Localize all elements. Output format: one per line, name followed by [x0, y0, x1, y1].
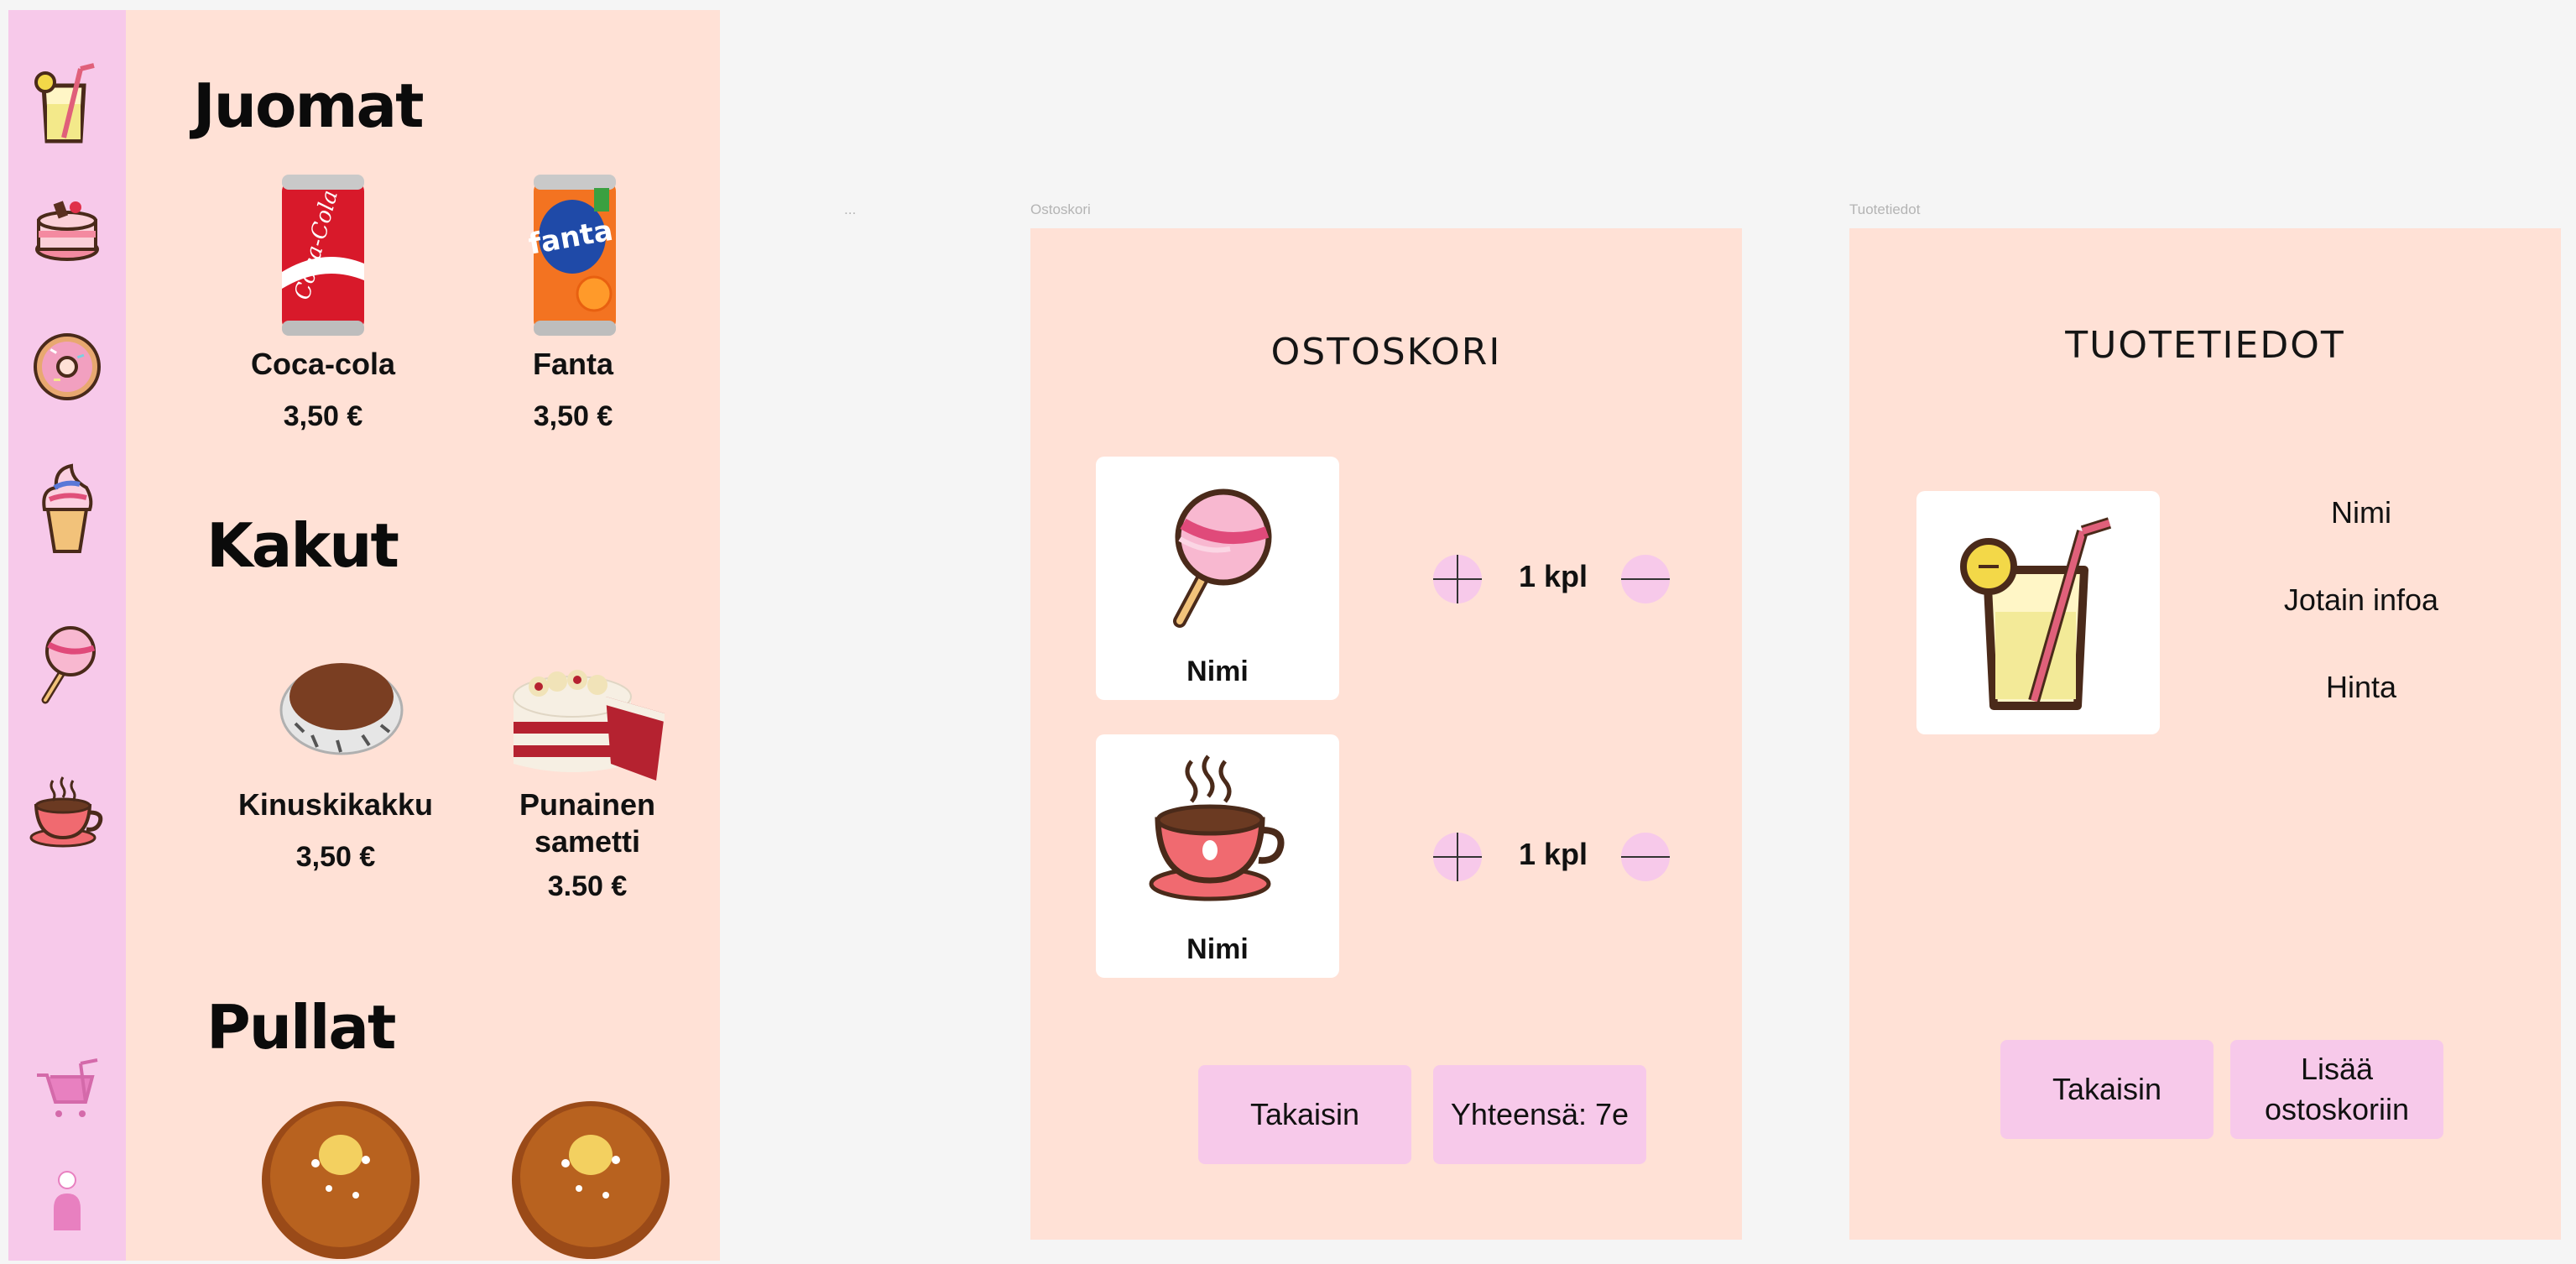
coca-cola-image[interactable]: Coca-Cola	[277, 171, 369, 342]
product-name: Fanta	[532, 347, 613, 381]
cart-panel: OSTOSKORI Nimi 1 kpl Nimi 1 kpl Takaisin…	[1030, 228, 1742, 1240]
decrease-button[interactable]	[1621, 833, 1670, 881]
product-name: Coca-cola	[250, 347, 396, 381]
product-price-text: Hinta	[2325, 670, 2397, 704]
coffee-icon[interactable]	[8, 761, 126, 854]
cart-title: OSTOSKORI	[1270, 331, 1502, 373]
frame-label-details: Tuotetiedot	[1849, 201, 1921, 217]
drink-icon[interactable]	[8, 56, 126, 149]
product-name-text: Nimi	[2331, 495, 2391, 530]
bun-image[interactable]	[507, 1096, 675, 1264]
cart-item-name: Nimi	[1186, 656, 1249, 687]
ice-cream-icon[interactable]	[8, 463, 126, 556]
user-icon[interactable]	[8, 1156, 126, 1248]
product-price: 3,50 €	[283, 400, 363, 432]
product-name: Kinuskikakku	[237, 787, 434, 822]
quantity-label: 1 kpl	[1518, 837, 1588, 871]
frame-label-small: ...	[844, 201, 857, 217]
increase-button[interactable]	[1433, 555, 1482, 603]
total-button[interactable]: Yhteensä: 7e	[1433, 1065, 1646, 1164]
back-button[interactable]: Takaisin	[1198, 1065, 1411, 1164]
donut-icon[interactable]	[8, 321, 126, 413]
section-title-pullat: Pullat	[206, 992, 396, 1063]
cart-item-card[interactable]: Nimi	[1096, 457, 1339, 700]
cake-icon[interactable]	[8, 182, 126, 274]
cart-icon[interactable]	[8, 1042, 126, 1135]
frame-label-cart: Ostoskori	[1030, 201, 1091, 217]
bun-image[interactable]	[257, 1096, 425, 1264]
kinuskikakku-image[interactable]	[279, 648, 404, 760]
increase-button[interactable]	[1433, 833, 1482, 881]
add-to-cart-button[interactable]: Lisää ostoskoriin	[2230, 1040, 2443, 1139]
decrease-button[interactable]	[1621, 555, 1670, 603]
section-title-kakut: Kakut	[206, 510, 399, 581]
sidebar	[8, 10, 126, 1261]
product-info-text: Jotain infoa	[2283, 582, 2439, 617]
product-price: 3,50 €	[533, 400, 613, 432]
fanta-image[interactable]: fanta	[526, 171, 621, 342]
details-panel: TUOTETIEDOT Nimi Jotain infoa Hinta Taka…	[1849, 228, 2561, 1240]
section-title-juomat: Juomat	[193, 71, 425, 141]
cart-item-card[interactable]: Nimi	[1096, 734, 1339, 978]
product-price: 3,50 €	[295, 841, 376, 873]
cart-item-name: Nimi	[1186, 933, 1249, 965]
red-velvet-image[interactable]	[505, 638, 673, 784]
lollipop-icon[interactable]	[8, 619, 126, 711]
back-button[interactable]: Takaisin	[2000, 1040, 2214, 1139]
lemonade-icon	[1958, 511, 2126, 716]
product-price: 3.50 €	[547, 870, 628, 902]
product-name: Punainen sametti	[519, 787, 656, 859]
details-title: TUOTETIEDOT	[2065, 324, 2345, 367]
lollipop-icon	[1155, 487, 1280, 633]
coffee-cup-icon	[1146, 753, 1289, 907]
menu-panel: Juomat Coca-Cola fanta Coca-cola 3,50 € …	[126, 10, 720, 1261]
product-image-card	[1916, 491, 2160, 734]
quantity-label: 1 kpl	[1518, 559, 1588, 593]
